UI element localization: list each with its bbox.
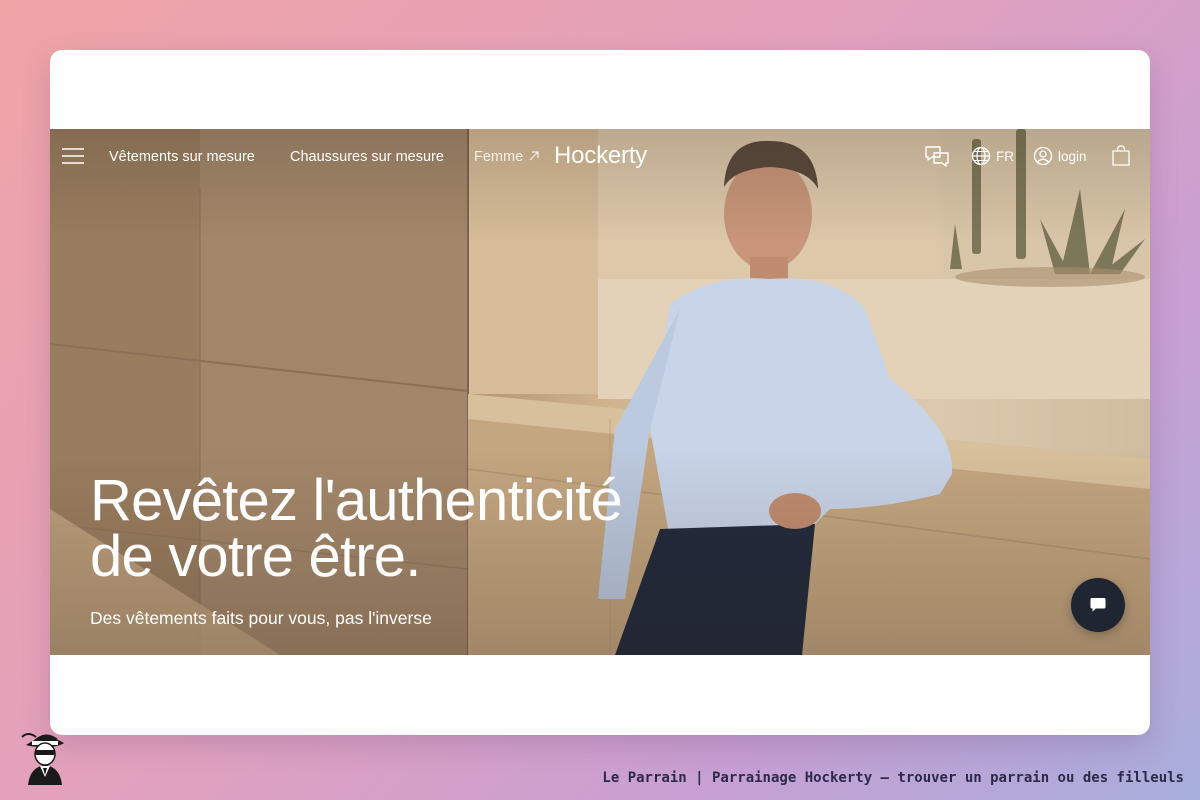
user-icon[interactable] bbox=[1033, 146, 1053, 166]
chat-icon bbox=[1090, 598, 1106, 612]
godfather-mascot-logo bbox=[21, 733, 64, 785]
shopping-bag-icon[interactable] bbox=[1111, 145, 1131, 166]
hero-section: Vêtements sur mesure Chaussures sur mesu… bbox=[50, 129, 1150, 655]
login-link[interactable]: login bbox=[1058, 148, 1087, 166]
browser-window: Vêtements sur mesure Chaussures sur mesu… bbox=[50, 50, 1150, 735]
hero-subheadline: Des vêtements faits pour vous, pas l'inv… bbox=[90, 608, 432, 628]
chat-bubbles-icon[interactable] bbox=[924, 145, 950, 167]
globe-icon[interactable] bbox=[971, 146, 991, 166]
nav-link-custom-shoes[interactable]: Chaussures sur mesure bbox=[290, 147, 444, 167]
nav-link-women[interactable]: Femme bbox=[474, 147, 523, 167]
external-arrow-icon bbox=[529, 151, 539, 161]
chat-widget-button[interactable] bbox=[1071, 578, 1125, 632]
hamburger-menu-icon[interactable] bbox=[62, 148, 84, 164]
language-selector[interactable]: FR bbox=[996, 148, 1014, 166]
top-navigation: Vêtements sur mesure Chaussures sur mesu… bbox=[50, 129, 1150, 185]
brand-logo[interactable]: Hockerty bbox=[554, 141, 647, 171]
nav-link-custom-clothing[interactable]: Vêtements sur mesure bbox=[109, 147, 255, 167]
footer-caption: Le Parrain | Parrainage Hockerty — trouv… bbox=[602, 770, 1184, 786]
hero-headline: Revêtez l'authenticité de votre être. bbox=[90, 468, 623, 589]
